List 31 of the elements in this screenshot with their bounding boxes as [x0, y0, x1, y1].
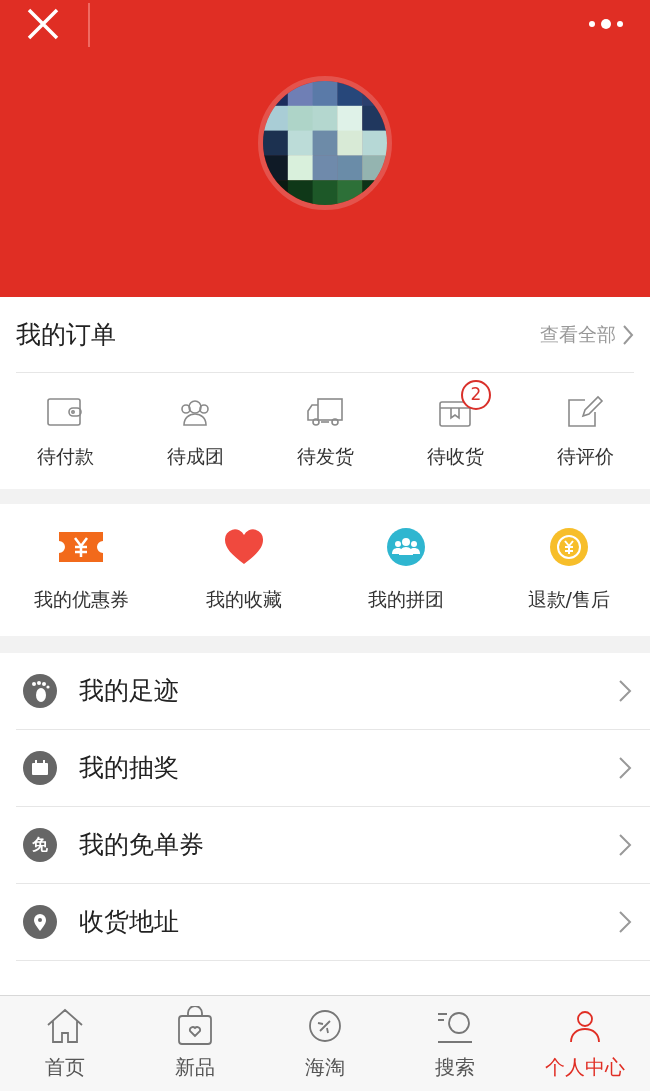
free-icon: 免 — [23, 828, 57, 862]
more-icon[interactable] — [588, 18, 624, 30]
location-pin-icon — [23, 905, 57, 939]
close-icon[interactable] — [26, 7, 60, 41]
tab-bar-item[interactable]: 海淘 — [260, 996, 390, 1091]
order-status-button[interactable]: 待评价 — [520, 373, 650, 489]
menu-item[interactable]: 免 我的免单券 — [16, 807, 650, 884]
chevron-right-icon — [618, 910, 632, 934]
chevron-right-icon — [618, 833, 632, 857]
service-button[interactable]: 我的拼团 — [325, 504, 488, 636]
menu-item[interactable]: 我的抽奖 — [16, 730, 650, 807]
service-button[interactable]: 我的优惠券 — [0, 504, 163, 636]
tab-bar-item[interactable]: 个人中心 — [520, 996, 650, 1091]
menu-item[interactable]: 我的足迹 — [16, 653, 650, 730]
chevron-right-icon — [618, 756, 632, 780]
shopping-bag-icon — [175, 1005, 215, 1046]
tab-bar-item[interactable]: 首页 — [0, 996, 130, 1091]
order-status-button[interactable]: 2 待收货 — [390, 373, 520, 489]
order-status-button[interactable]: 待发货 — [260, 373, 390, 489]
order-status-button[interactable]: 待付款 — [0, 373, 130, 489]
footprint-icon — [23, 674, 57, 708]
count-badge: 2 — [461, 379, 491, 410]
menu-item[interactable]: 收货地址 — [16, 884, 650, 961]
chevron-right-icon — [622, 323, 634, 346]
service-button[interactable]: 退款/售后 — [487, 504, 650, 636]
order-status-button[interactable]: 待成团 — [130, 373, 260, 489]
service-button[interactable]: 我的收藏 — [162, 504, 325, 636]
section-title: 我的订单 — [16, 318, 116, 351]
tab-bar-item[interactable]: 新品 — [130, 996, 260, 1091]
tab-bar-item[interactable]: 搜索 — [390, 996, 520, 1091]
chevron-right-icon — [618, 679, 632, 703]
